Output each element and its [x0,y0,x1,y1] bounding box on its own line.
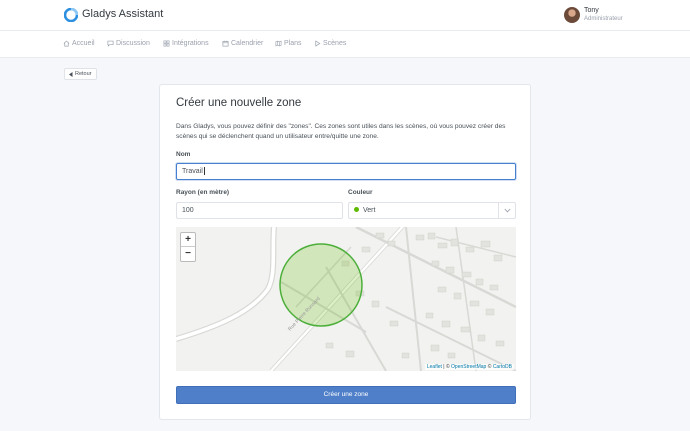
page-title: Créer une nouvelle zone [176,97,302,109]
user-name[interactable]: Tony [584,7,599,14]
zone-radius-circle [279,243,363,327]
nav-item-discussion[interactable]: Discussion [107,40,150,47]
map-icon [275,40,282,47]
nav-item-plans[interactable]: Plans [275,40,302,47]
caret-left-icon [69,71,73,77]
carto-link[interactable]: CartoDB [493,364,512,370]
text-caret [203,167,205,176]
map-tiles[interactable]: Rue Pierre Ronsard [176,227,516,371]
avatar[interactable] [564,7,580,23]
back-button-label: Retour [75,71,92,77]
nav-label: Discussion [116,40,150,47]
attribution-separator: | © [441,364,452,370]
calendar-icon [222,40,229,47]
create-zone-card: Créer une nouvelle zone Dans Gladys, vou… [159,84,531,420]
brand-name[interactable]: Gladys Assistant [82,8,163,20]
zoom-in-button[interactable]: + [181,233,195,247]
color-dot-icon [354,207,359,213]
nav-item-scenes[interactable]: Scènes [314,40,346,47]
top-header: Gladys Assistant Tony Administrateur [0,0,690,31]
map-attribution: Leaflet | © OpenStreetMap © CartoDB [424,364,514,370]
leaflet-link[interactable]: Leaflet [427,364,442,370]
nav-label: Accueil [72,40,95,47]
nav-label: Scènes [323,40,347,47]
color-select[interactable]: Vert [348,202,516,219]
gladys-logo-icon[interactable] [64,8,78,22]
grid-icon [163,40,170,47]
name-input[interactable]: Travail [176,163,516,180]
chevron-down-icon [503,208,511,213]
play-icon [315,40,321,47]
select-toggle[interactable] [498,203,515,218]
nav-item-accueil[interactable]: Accueil [63,40,95,47]
chat-icon [107,40,114,47]
name-label: Nom [176,151,191,158]
radius-input[interactable]: 100 [176,202,343,219]
user-role: Administrateur [584,16,623,22]
zoom-control: + − [180,232,196,262]
nav-item-integrations[interactable]: Intégrations [163,40,209,47]
back-button[interactable]: Retour [64,68,97,80]
radius-label: Rayon (en mètre) [176,189,230,196]
zone-description: Dans Gladys, vous pouvez définir des "zo… [176,123,506,140]
main-nav: Accueil Discussion Intégrations Calendri… [0,31,690,58]
home-icon [63,40,70,47]
radius-input-value: 100 [182,207,194,214]
nav-label: Plans [284,40,302,47]
osm-link[interactable]: OpenStreetMap [451,364,486,370]
nav-item-calendrier[interactable]: Calendrier [222,40,263,47]
nav-label: Intégrations [172,40,209,47]
color-label: Couleur [348,189,373,196]
zoom-out-button[interactable]: − [181,247,195,261]
create-zone-button[interactable]: Créer une zone [176,386,516,404]
color-select-value: Vert [363,207,376,214]
name-input-value: Travail [182,168,203,175]
nav-label: Calendrier [231,40,264,47]
zone-map[interactable]: Rue Pierre Ronsard + − Leaflet | © OpenS… [176,227,516,371]
